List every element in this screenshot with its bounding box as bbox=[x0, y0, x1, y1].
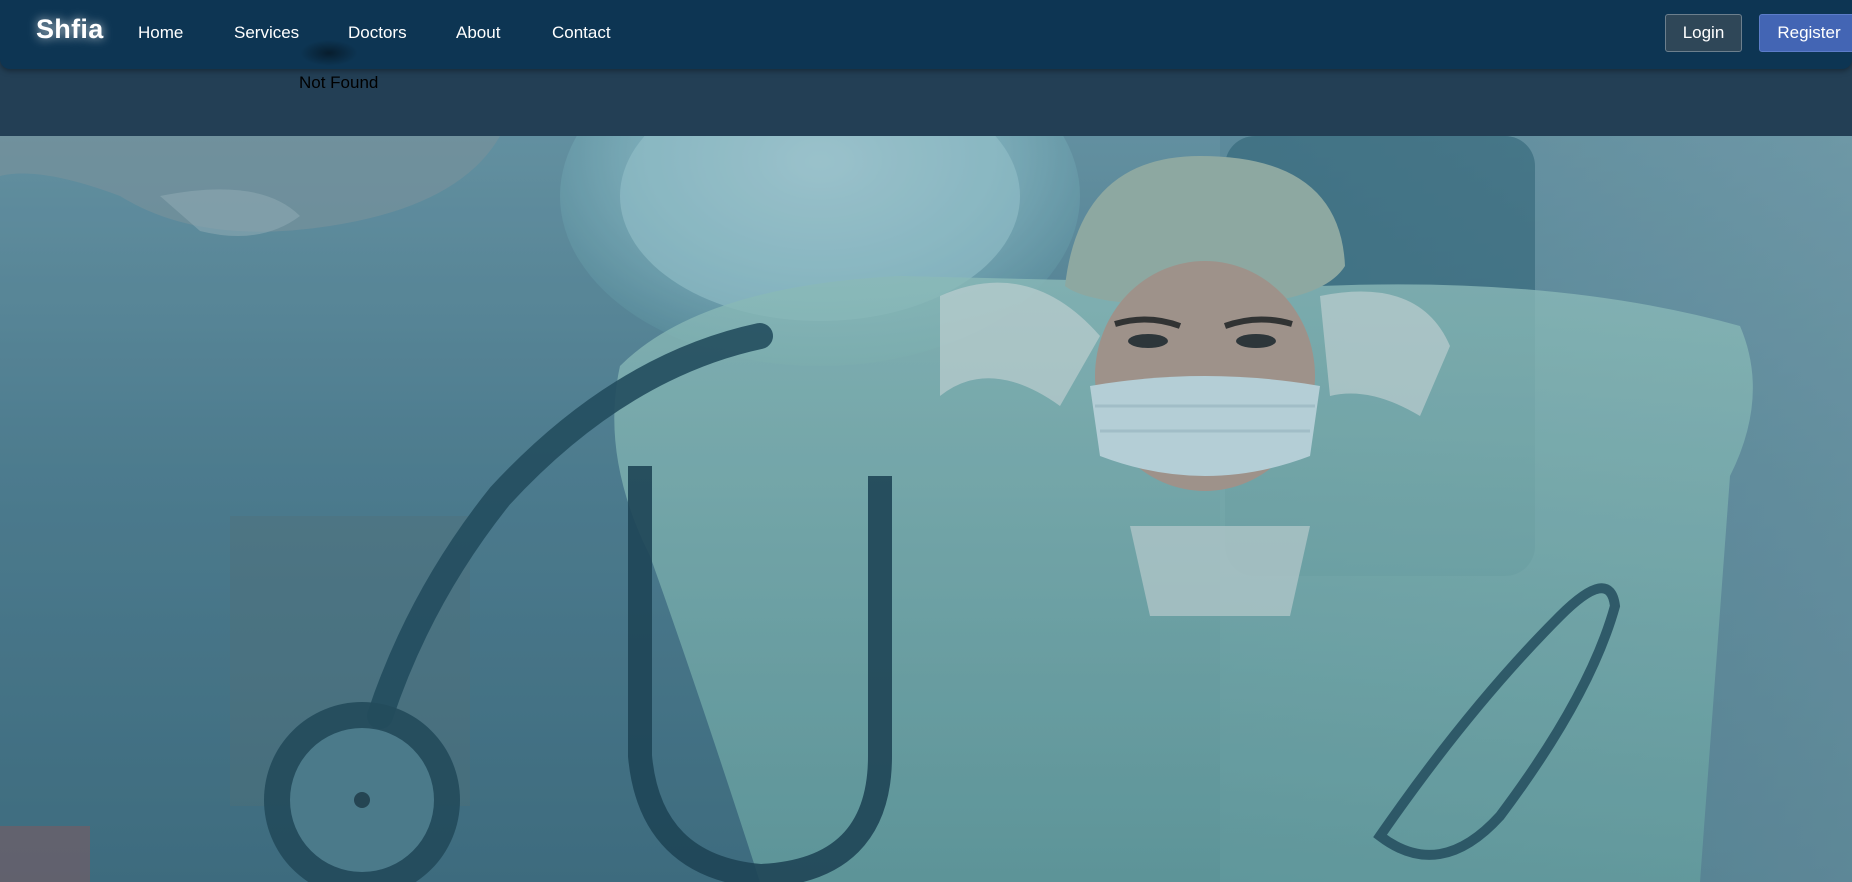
navbar: Shfia Home Services Doctors About Contac… bbox=[0, 0, 1852, 69]
nav-link-contact[interactable]: Contact bbox=[552, 23, 611, 43]
brand-logo[interactable]: Shfia bbox=[36, 14, 104, 45]
hero-image bbox=[0, 136, 1852, 882]
nav-link-about[interactable]: About bbox=[456, 23, 500, 43]
nav-link-home[interactable]: Home bbox=[138, 23, 183, 43]
nav-link-services[interactable]: Services bbox=[234, 23, 299, 43]
login-button[interactable]: Login bbox=[1665, 14, 1742, 52]
register-button[interactable]: Register bbox=[1759, 14, 1852, 52]
broken-image-shadow bbox=[300, 40, 358, 66]
page: Shfia Home Services Doctors About Contac… bbox=[0, 0, 1852, 882]
doctor-photo-icon bbox=[0, 136, 1852, 882]
nav-link-doctors[interactable]: Doctors bbox=[348, 23, 407, 43]
not-found-message: Not Found bbox=[299, 73, 379, 92]
